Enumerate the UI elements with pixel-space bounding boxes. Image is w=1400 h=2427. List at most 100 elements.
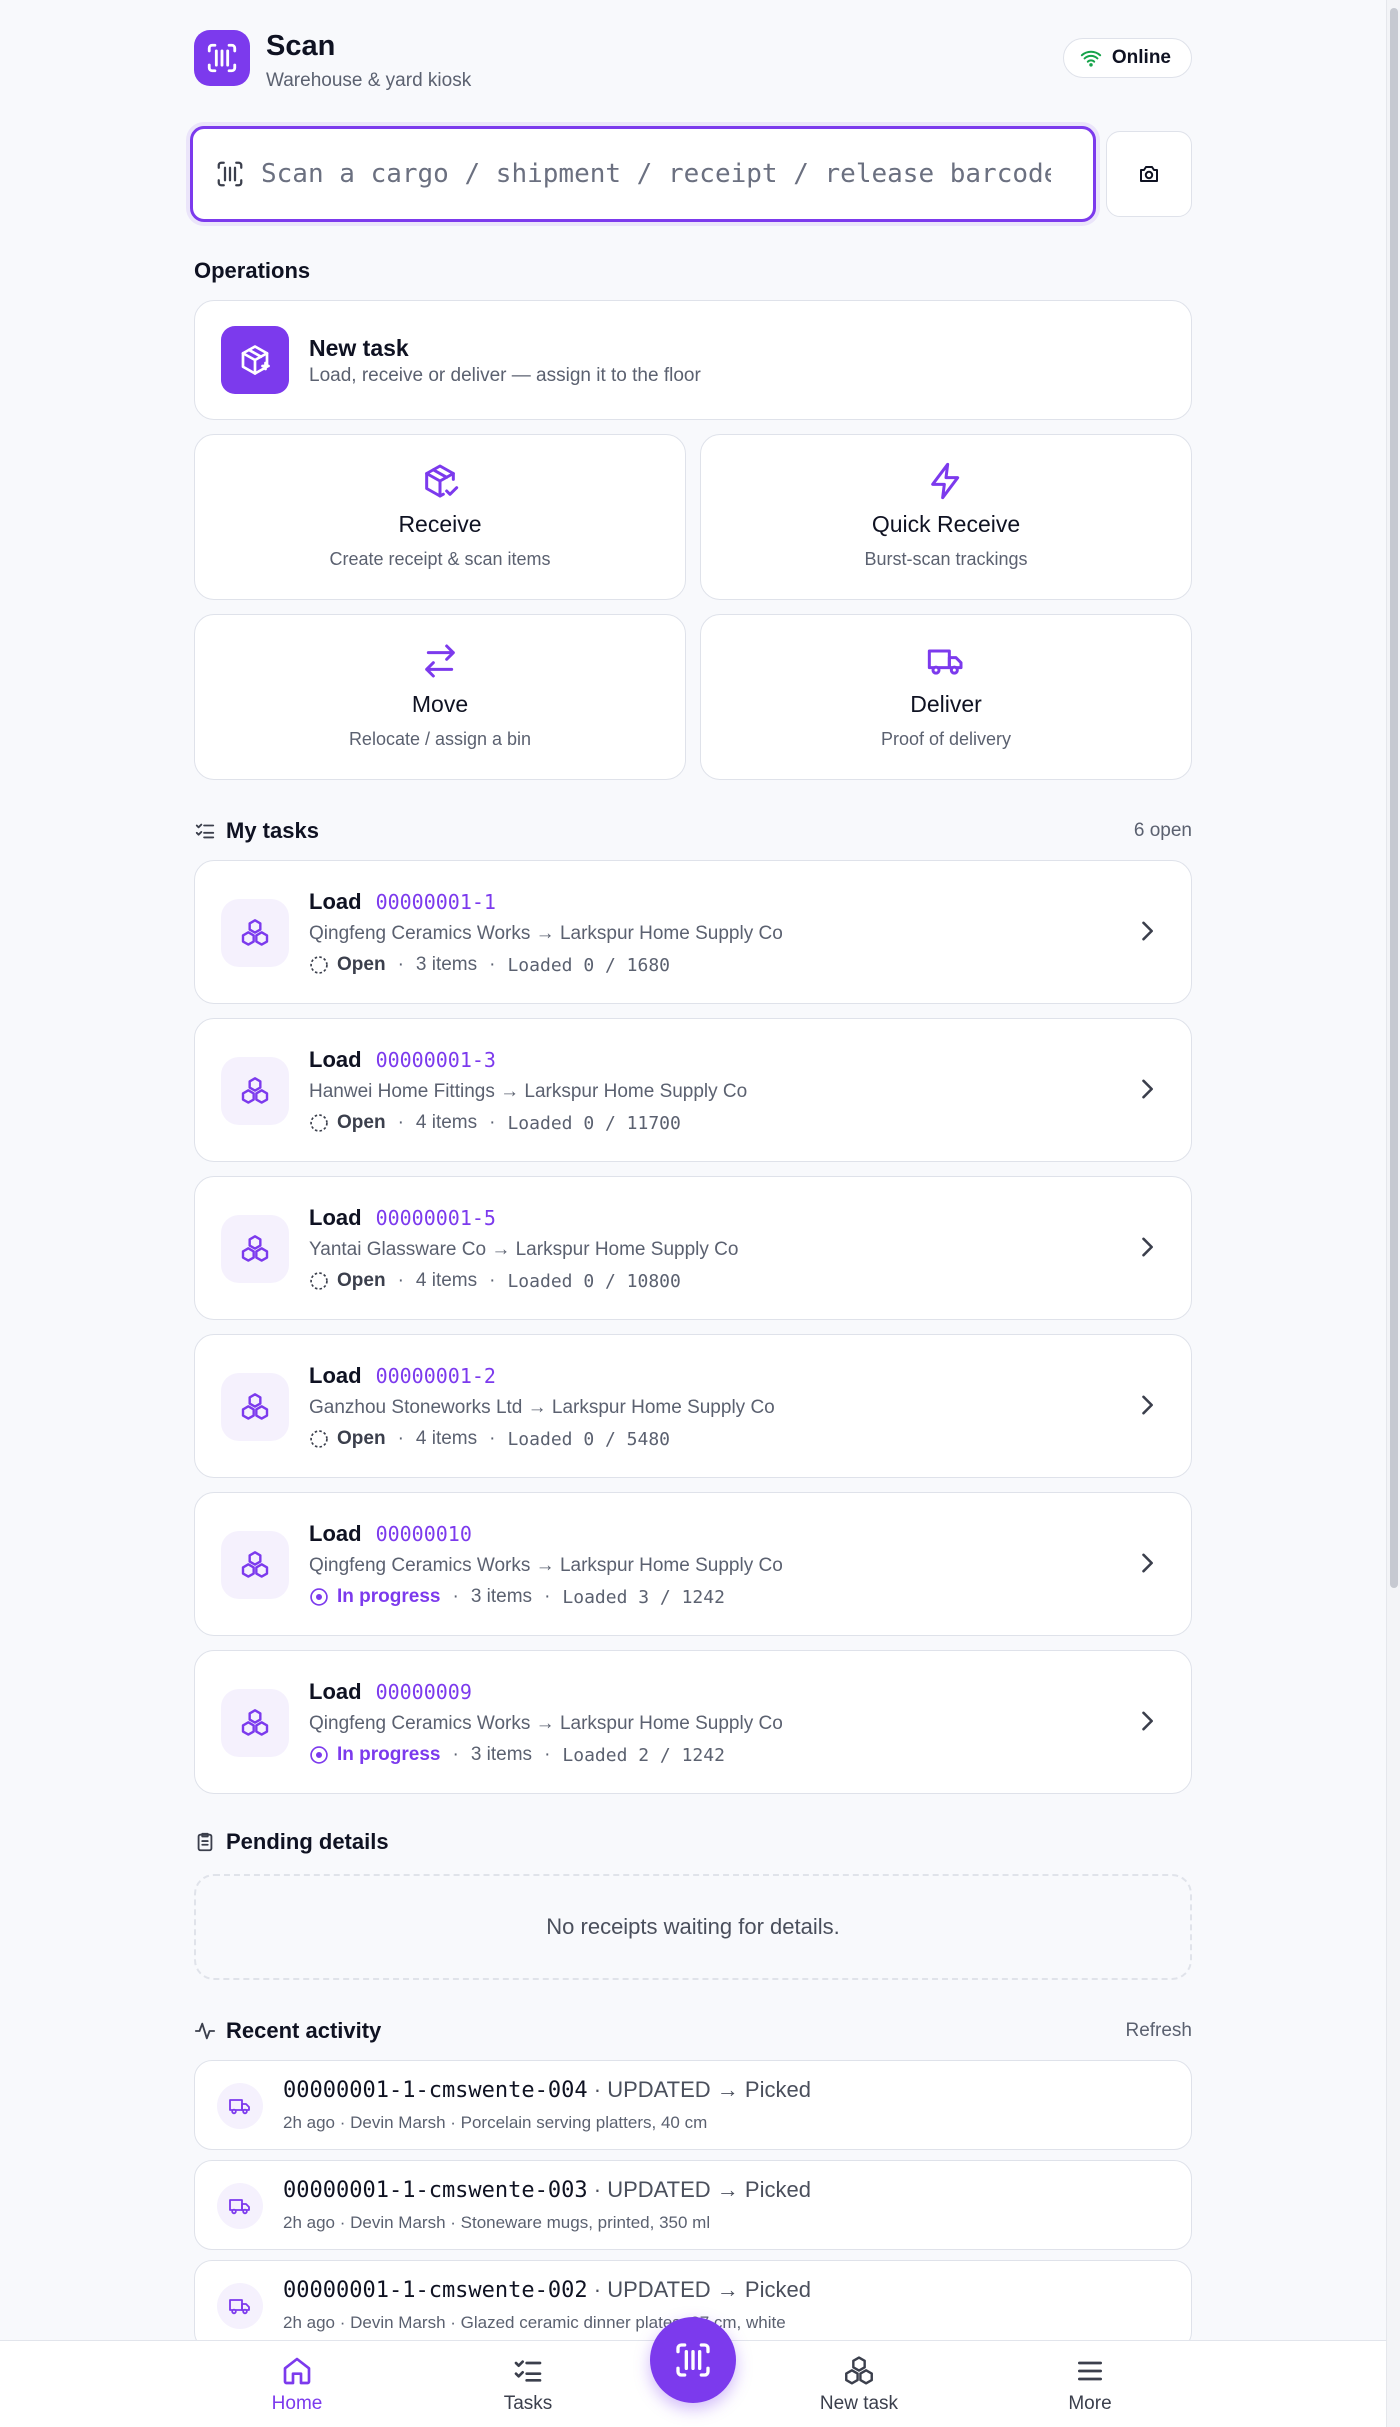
task-open-chevron[interactable] <box>1133 1707 1161 1740</box>
task-status: In progress <box>309 1744 440 1766</box>
activity-detail: 2h ago · Devin Marsh · Porcelain serving… <box>283 2113 708 2132</box>
boxes-icon <box>241 1235 269 1262</box>
task-card[interactable]: Load 00000010 Qingfeng Ceramics Works → La… <box>194 1492 1192 1636</box>
separator-dot: · <box>489 1270 496 1291</box>
task-code: 00000001-3 <box>375 1048 496 1072</box>
chevron-right-icon <box>1142 1553 1153 1573</box>
activity-line: 00000001-1-cmswente-002 · UPDATED → Pick… <box>283 2277 811 2303</box>
status-in-progress-icon <box>310 1746 328 1764</box>
task-type: Load <box>309 1363 362 1388</box>
task-code: 00000001-2 <box>375 1364 496 1388</box>
status-open-icon <box>310 1272 328 1290</box>
task-status-label: Open <box>337 1270 386 1291</box>
task-loaded: Loaded 0 / 11700 <box>507 1112 681 1134</box>
task-card[interactable]: Load 00000001-1 Qingfeng Ceramics Works → … <box>194 860 1192 1004</box>
task-open-chevron[interactable] <box>1133 917 1161 950</box>
task-title: Load 00000010 <box>309 1521 472 1547</box>
task-type: Load <box>309 1205 362 1230</box>
task-title: Load 00000001-1 <box>309 889 496 915</box>
deliver-subtitle: Proof of delivery <box>880 729 1012 749</box>
checklist-icon <box>195 823 215 839</box>
quick-receive-operation-button[interactable]: Quick Receive Burst-scan trackings <box>700 434 1192 600</box>
task-code: 00000009 <box>375 1680 472 1704</box>
activity-status: · UPDATED → Picked <box>587 2077 811 2102</box>
task-card[interactable]: Load 00000001-3 Hanwei Home Fittings → Lar… <box>194 1018 1192 1162</box>
task-meta: Open · 3 items · Loaded 0 / 1680 <box>309 954 670 976</box>
nav-tasks[interactable]: Tasks <box>448 2353 608 2415</box>
task-open-chevron[interactable] <box>1133 1391 1161 1424</box>
truck-icon <box>927 649 963 675</box>
barcode-scan-input[interactable]: Scan a cargo / shipment / receipt / rele… <box>190 126 1096 222</box>
task-card[interactable]: Load 00000009 Qingfeng Ceramics Works → La… <box>194 1650 1192 1794</box>
task-icon <box>221 1689 289 1757</box>
boxes-icon <box>241 1551 269 1578</box>
activity-row[interactable]: 00000001-1-cmswente-004 · UPDATED → Pick… <box>194 2060 1192 2150</box>
package-plus-icon <box>221 326 289 394</box>
task-icon <box>221 899 289 967</box>
camera-scan-button[interactable] <box>1106 131 1192 217</box>
task-open-chevron[interactable] <box>1133 1549 1161 1582</box>
activity-icon-badge <box>217 2083 263 2129</box>
app-title: Scan <box>266 30 336 62</box>
app-subtitle: Warehouse & yard kiosk <box>266 70 472 91</box>
task-meta: Open · 4 items · Loaded 0 / 11700 <box>309 1112 681 1134</box>
task-loaded: Loaded 0 / 5480 <box>507 1428 671 1450</box>
task-meta: Open · 4 items · Loaded 0 / 10800 <box>309 1270 681 1292</box>
nav-home[interactable]: Home <box>217 2353 377 2415</box>
task-open-chevron[interactable] <box>1133 1233 1161 1266</box>
new-task-title: New task <box>309 335 409 361</box>
task-loaded: Loaded 2 / 1242 <box>562 1744 725 1766</box>
task-open-chevron[interactable] <box>1133 1075 1161 1108</box>
move-operation-button[interactable]: Move Relocate / assign a bin <box>194 614 686 780</box>
barcode-scan-icon <box>217 161 243 187</box>
activity-detail: 2h ago · Devin Marsh · Stoneware mugs, p… <box>283 2213 711 2232</box>
task-items-count: 4 items <box>415 1428 478 1449</box>
my-tasks-heading: My tasks <box>194 818 319 844</box>
task-route: Ganzhou Stoneworks Ltd → Larkspur Home S… <box>309 1397 775 1418</box>
move-subtitle: Relocate / assign a bin <box>348 729 532 749</box>
package-check-icon <box>425 464 459 498</box>
task-items-count: 4 items <box>415 1112 478 1133</box>
quick-receive-subtitle: Burst-scan trackings <box>864 549 1028 569</box>
connection-status-badge[interactable]: Online <box>1062 38 1192 78</box>
operations-heading: Operations <box>194 258 311 283</box>
receive-title: Receive <box>398 511 482 537</box>
boxes-icon <box>241 919 269 946</box>
checklist-icon <box>514 2360 542 2382</box>
task-title: Load 00000009 <box>309 1679 472 1705</box>
chevron-right-icon <box>1142 1395 1153 1415</box>
task-icon <box>221 1373 289 1441</box>
activity-line: 00000001-1-cmswente-004 · UPDATED → Pick… <box>283 2077 811 2103</box>
scan-fab-button[interactable] <box>650 2317 736 2403</box>
task-title: Load 00000001-3 <box>309 1047 496 1073</box>
boxes-icon <box>845 2356 873 2385</box>
nav-more-label: More <box>1068 2393 1112 2414</box>
connection-status-label: Online <box>1111 47 1171 68</box>
task-card[interactable]: Load 00000001-5 Yantai Glassware Co → Lark… <box>194 1176 1192 1320</box>
deliver-operation-button[interactable]: Deliver Proof of delivery <box>700 614 1192 780</box>
home-icon <box>283 2357 311 2385</box>
camera-icon <box>1140 166 1158 182</box>
chevron-right-icon <box>1142 1711 1153 1731</box>
receive-operation-button[interactable]: Receive Create receipt & scan items <box>194 434 686 600</box>
new-task-card[interactable]: New task Load, receive or deliver — assi… <box>194 300 1192 420</box>
refresh-button[interactable]: Refresh <box>1125 2020 1192 2042</box>
activity-row[interactable]: 00000001-1-cmswente-003 · UPDATED → Pick… <box>194 2160 1192 2250</box>
status-in-progress-icon <box>310 1588 328 1606</box>
open-tasks-count: 6 open <box>1133 820 1192 841</box>
activity-line: 00000001-1-cmswente-003 · UPDATED → Pick… <box>283 2177 811 2203</box>
arrows-swap-icon <box>425 644 455 678</box>
nav-more[interactable]: More <box>1010 2353 1170 2415</box>
chevron-right-icon <box>1142 921 1153 941</box>
page-scrollbar[interactable] <box>1386 0 1400 2427</box>
activity-icon-badge <box>217 2183 263 2229</box>
app-logo <box>194 30 250 86</box>
separator-dot: · <box>452 1744 459 1765</box>
deliver-title: Deliver <box>910 691 982 717</box>
task-type: Load <box>309 1679 362 1704</box>
status-open-icon <box>310 1430 328 1448</box>
task-status-label: Open <box>337 1112 386 1133</box>
nav-new-task[interactable]: New task <box>779 2353 939 2415</box>
task-card[interactable]: Load 00000001-2 Ganzhou Stoneworks Ltd → L… <box>194 1334 1192 1478</box>
scrollbar-thumb[interactable] <box>1390 8 1398 1588</box>
